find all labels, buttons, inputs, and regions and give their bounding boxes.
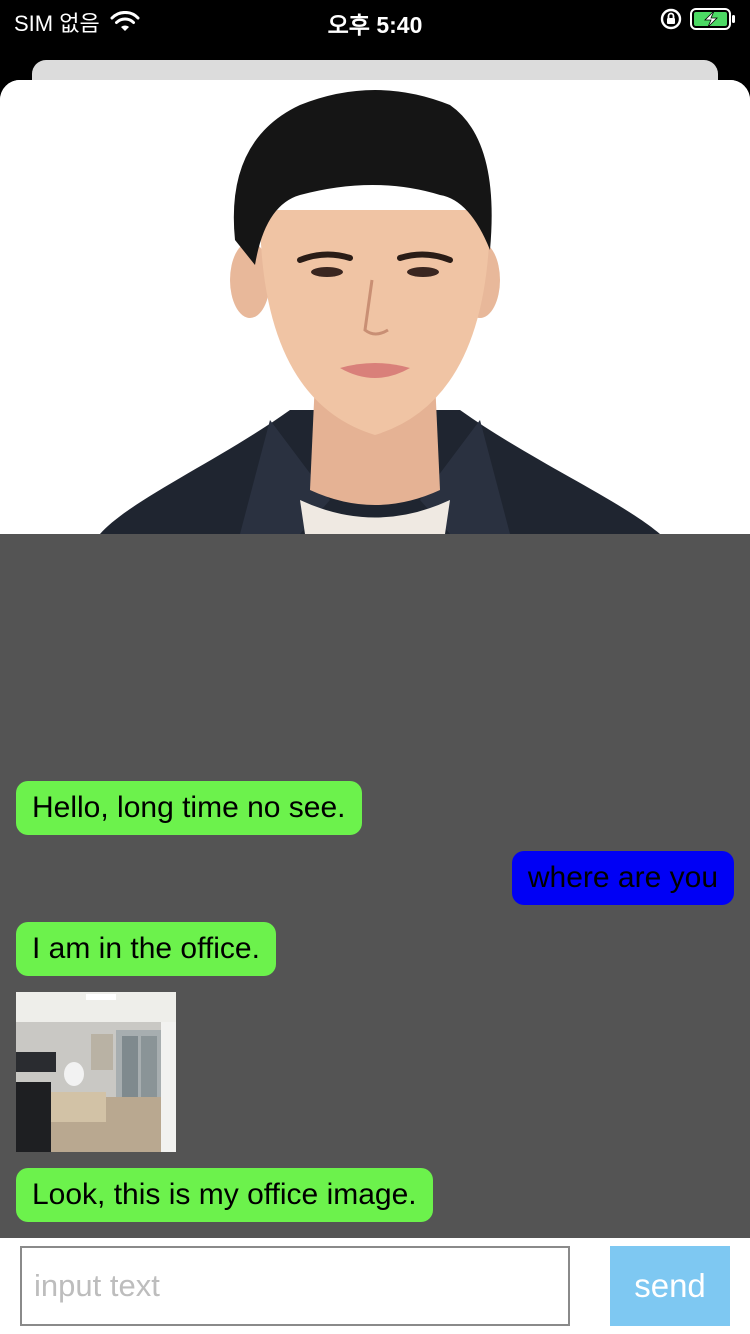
chat-message-list[interactable]: Hello, long time no see. where are you I… — [0, 534, 750, 1238]
message-input[interactable] — [20, 1246, 570, 1326]
send-button[interactable]: send — [610, 1246, 730, 1326]
message-bubble-incoming: Look, this is my office image. — [16, 1168, 433, 1222]
message-bubble-incoming: I am in the office. — [16, 922, 276, 976]
portrait-image — [0, 80, 750, 534]
message-bubble-incoming: Hello, long time no see. — [16, 781, 362, 835]
lock-rotation-icon — [660, 8, 682, 30]
status-icons — [660, 8, 736, 30]
profile-photo — [0, 80, 750, 534]
message-bubble-outgoing: where are you — [511, 851, 734, 905]
status-bar: SIM 없음 오후 5:40 — [0, 0, 750, 40]
chat-sheet: Hello, long time no see. where are you I… — [0, 80, 750, 1334]
status-time: 오후 5:40 — [327, 12, 423, 38]
battery-charging-icon — [690, 8, 735, 30]
message-image-office[interactable] — [16, 992, 176, 1152]
message-composer: send — [0, 1238, 750, 1334]
office-photo — [16, 992, 176, 1152]
